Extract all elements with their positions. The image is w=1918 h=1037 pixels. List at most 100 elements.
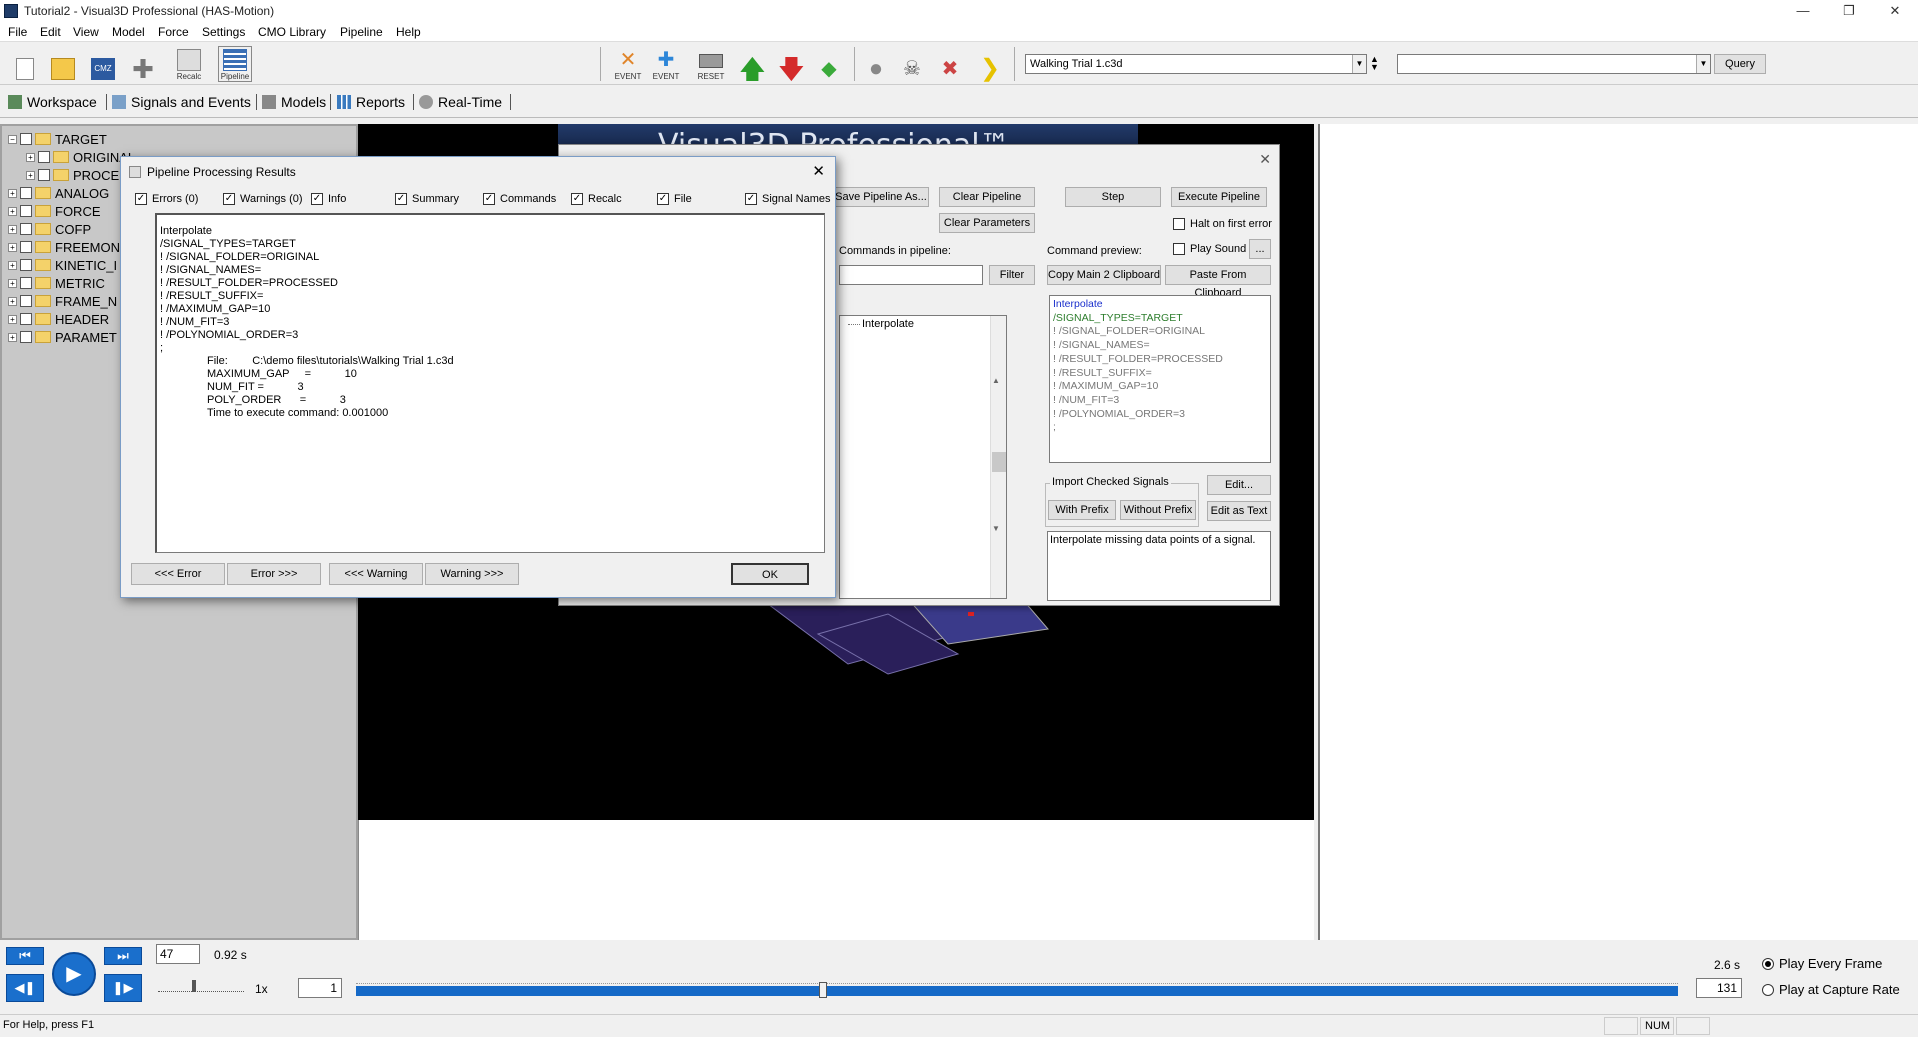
scrollbar[interactable]: ▲ ▼ — [990, 316, 1006, 598]
tree-checkbox[interactable] — [20, 295, 32, 307]
event-add-button[interactable]: ✚ EVENT — [649, 46, 683, 82]
restore-button[interactable]: ❐ — [1826, 0, 1872, 22]
file-select[interactable]: Walking Trial 1.c3d ▼ — [1025, 54, 1367, 74]
save-pipeline-as-button[interactable]: Save Pipeline As... — [833, 187, 929, 207]
last-frame-button[interactable]: ⏭ — [104, 947, 142, 965]
tab-signals-and-events[interactable]: Signals and Events — [112, 92, 251, 112]
commands-checkbox[interactable]: ✓ — [483, 193, 495, 205]
expand-icon[interactable]: + — [8, 314, 17, 324]
tree-checkbox[interactable] — [20, 133, 32, 145]
tree-node-freemoment[interactable]: + FREEMON — [8, 238, 120, 256]
tree-node-original[interactable]: + ORIGINAL — [26, 148, 135, 166]
summary-checkbox[interactable]: ✓ — [395, 193, 407, 205]
force-up-button[interactable]: 🡅 — [734, 46, 768, 82]
halt-on-error-checkbox[interactable] — [1173, 218, 1185, 230]
menu-pipeline[interactable]: Pipeline — [340, 25, 383, 39]
file-checkbox[interactable]: ✓ — [657, 193, 669, 205]
first-frame-button[interactable]: ⏮ — [6, 947, 44, 965]
results-text-area[interactable]: Interpolate /SIGNAL_TYPES=TARGET ! /SIGN… — [155, 213, 825, 553]
skeleton-button[interactable]: ☠ — [895, 46, 929, 82]
without-prefix-button[interactable]: Without Prefix — [1120, 500, 1196, 520]
paste-from-clipboard-button[interactable]: Paste From Clipboard — [1165, 265, 1271, 299]
expand-icon[interactable]: + — [8, 224, 17, 234]
tree-node-metric[interactable]: + METRIC — [8, 274, 105, 292]
step-back-button[interactable]: ◀❚ — [6, 974, 44, 1002]
menu-model[interactable]: Model — [112, 25, 145, 39]
collapse-icon[interactable]: − — [8, 134, 17, 144]
speed-slider-thumb[interactable] — [192, 980, 196, 992]
errors-checkbox[interactable]: ✓ — [135, 193, 147, 205]
clear-pipeline-button[interactable]: Clear Pipeline — [939, 187, 1035, 207]
tab-models[interactable]: Models — [262, 92, 326, 112]
signal-names-checkbox[interactable]: ✓ — [745, 193, 757, 205]
ok-button[interactable]: OK — [731, 563, 809, 585]
step-button[interactable]: Step — [1065, 187, 1161, 207]
tag-button[interactable]: ◆ — [812, 46, 846, 82]
expand-icon[interactable]: + — [8, 332, 17, 342]
edit-as-text-button[interactable]: Edit as Text — [1207, 501, 1271, 521]
menu-settings[interactable]: Settings — [202, 25, 245, 39]
tree-checkbox[interactable] — [20, 259, 32, 271]
tree-node-frame-numbers[interactable]: + FRAME_N — [8, 292, 117, 310]
spin-icon[interactable]: ▲ ▼ — [1370, 55, 1379, 72]
prev-error-button[interactable]: <<< Error — [131, 563, 225, 585]
tree-checkbox[interactable] — [38, 151, 50, 163]
speed-slider[interactable] — [158, 980, 244, 992]
play-button[interactable]: ▶ — [52, 952, 96, 996]
warnings-checkbox[interactable]: ✓ — [223, 193, 235, 205]
next-warning-button[interactable]: Warning >>> — [425, 563, 519, 585]
foot-button[interactable]: ✖ — [933, 46, 967, 82]
tree-checkbox[interactable] — [20, 223, 32, 235]
pipeline-button[interactable]: Pipeline — [218, 46, 252, 82]
graph-pane[interactable] — [1318, 124, 1918, 940]
tree-node-processed[interactable]: + PROCE — [26, 166, 119, 184]
menu-force[interactable]: Force — [158, 25, 189, 39]
clear-parameters-button[interactable]: Clear Parameters — [939, 213, 1035, 233]
play-every-frame-radio[interactable] — [1762, 958, 1774, 970]
filter-button[interactable]: Filter — [989, 265, 1035, 285]
scroll-thumb[interactable] — [992, 452, 1006, 472]
tree-checkbox[interactable] — [20, 187, 32, 199]
close-icon[interactable]: ✕ — [812, 162, 825, 180]
expand-icon[interactable]: + — [8, 278, 17, 288]
menu-view[interactable]: View — [73, 25, 99, 39]
tree-checkbox[interactable] — [20, 313, 32, 325]
tree-node-analog[interactable]: + ANALOG — [8, 184, 109, 202]
minimize-button[interactable]: — — [1780, 0, 1826, 22]
expand-icon[interactable]: + — [8, 206, 17, 216]
expand-icon[interactable]: + — [8, 242, 17, 252]
info-checkbox[interactable]: ✓ — [311, 193, 323, 205]
new-file-button[interactable] — [8, 46, 42, 82]
menu-cmo-library[interactable]: CMO Library — [258, 25, 326, 39]
tree-node-parameters[interactable]: + PARAMET — [8, 328, 117, 346]
open-folder-button[interactable] — [46, 46, 80, 82]
tree-node-cofp[interactable]: + COFP — [8, 220, 91, 238]
close-window-button[interactable]: ✕ — [1872, 0, 1918, 22]
query-select[interactable]: ▼ — [1397, 54, 1711, 74]
play-sound-checkbox[interactable] — [1173, 243, 1185, 255]
menu-edit[interactable]: Edit — [40, 25, 61, 39]
expand-icon[interactable]: + — [8, 188, 17, 198]
expand-icon[interactable]: + — [8, 260, 17, 270]
close-icon[interactable]: ✕ — [1259, 151, 1271, 168]
step-size-input[interactable]: 1 — [298, 978, 342, 998]
add-button[interactable]: ✚ — [126, 46, 160, 82]
query-button[interactable]: Query — [1714, 54, 1766, 74]
save-cmz-button[interactable]: CMZ — [86, 46, 120, 82]
sound-browse-button[interactable]: ... — [1249, 239, 1271, 259]
step-forward-button[interactable]: ❚▶ — [104, 974, 142, 1002]
timeline-track[interactable] — [356, 980, 1678, 998]
scroll-down-icon[interactable]: ▼ — [992, 524, 1000, 533]
ball-button[interactable]: ● — [859, 46, 893, 82]
tab-reports[interactable]: Reports — [337, 92, 405, 112]
pipeline-item[interactable]: Interpolate — [862, 318, 914, 330]
execute-pipeline-button[interactable]: Execute Pipeline — [1171, 187, 1267, 207]
play-capture-rate-radio[interactable] — [1762, 984, 1774, 996]
force-down-button[interactable]: 🡇 — [773, 46, 807, 82]
copy-main-clipboard-button[interactable]: Copy Main 2 Clipboard — [1047, 265, 1161, 285]
end-frame-input[interactable]: 131 — [1696, 978, 1742, 998]
scroll-up-icon[interactable]: ▲ — [992, 376, 1000, 385]
expand-icon[interactable]: + — [26, 170, 35, 180]
recalc-button[interactable]: Recalc — [172, 46, 206, 82]
next-error-button[interactable]: Error >>> — [227, 563, 321, 585]
